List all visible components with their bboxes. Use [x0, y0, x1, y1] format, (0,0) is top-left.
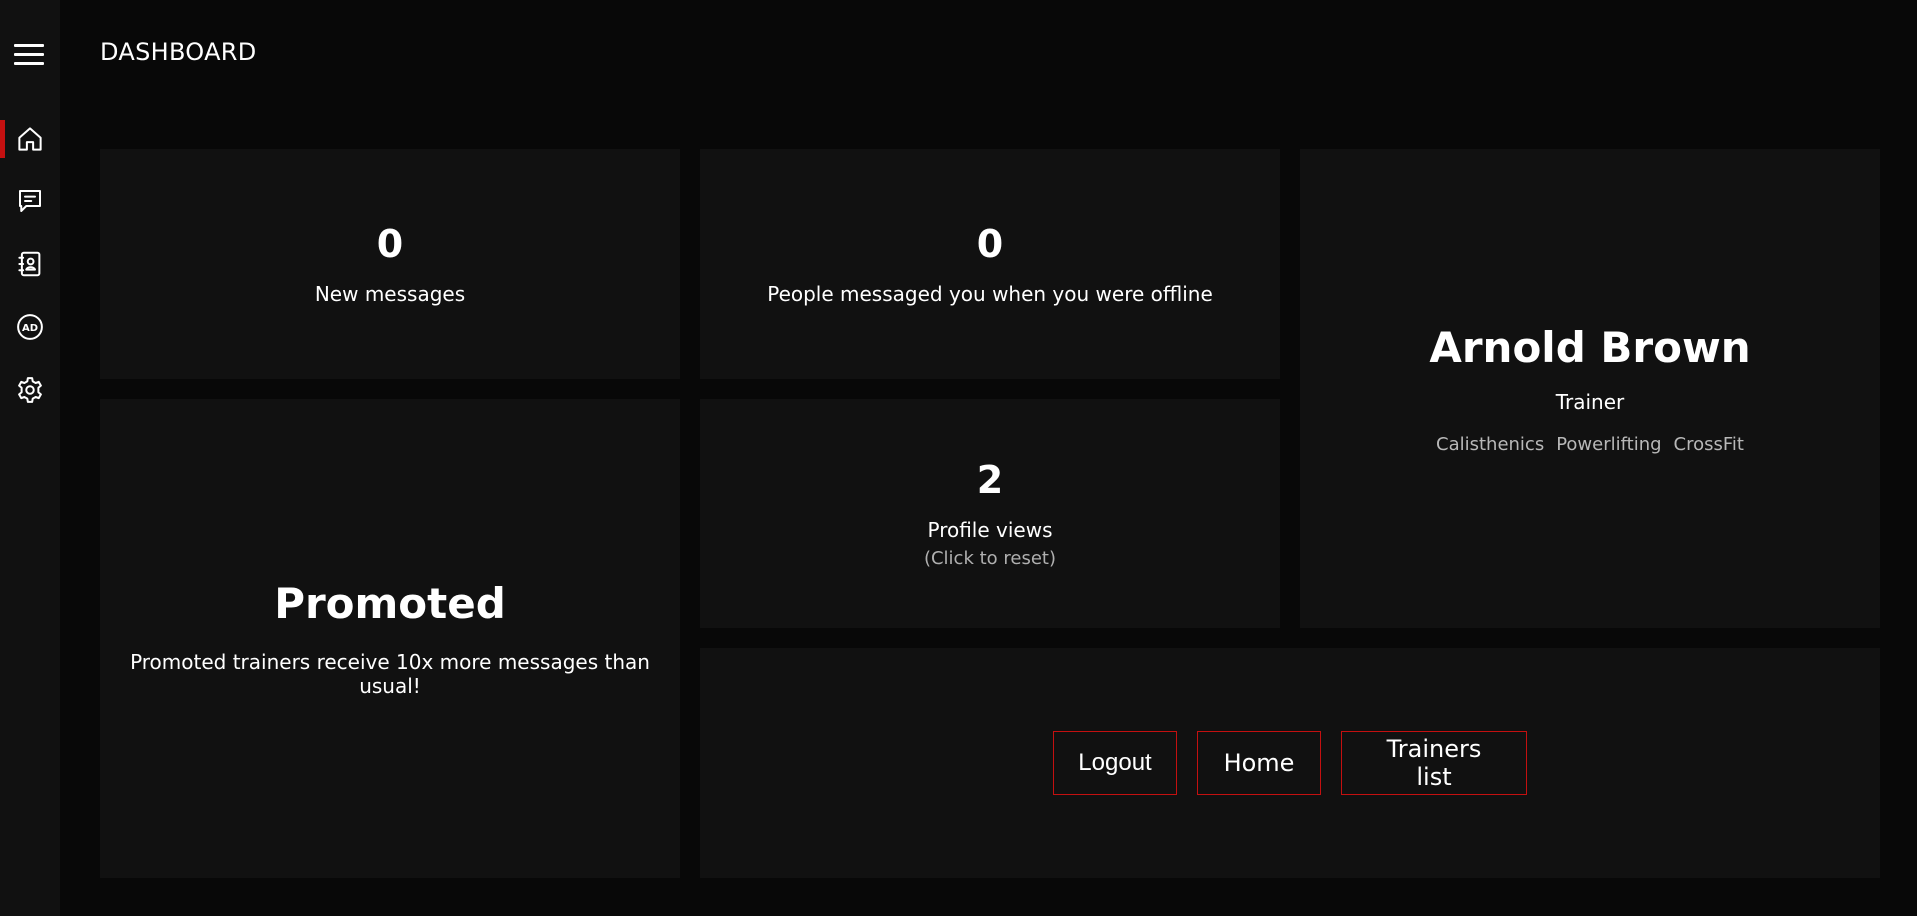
gear-icon [18, 377, 42, 403]
svg-text:AD: AD [22, 323, 38, 334]
hamburger-menu-icon[interactable] [14, 42, 46, 68]
sidebar: AD [0, 0, 60, 916]
profile-views-card[interactable]: 2 Profile views (Click to reset) [700, 399, 1280, 628]
profile-tags: Calisthenics Powerlifting CrossFit [1436, 434, 1744, 455]
chat-icon [19, 190, 41, 212]
profile-tag: Powerlifting [1556, 433, 1662, 455]
profile-tag: Calisthenics [1436, 433, 1545, 455]
action-buttons: Logout Home Trainers list [1053, 731, 1527, 795]
trainers-list-button[interactable]: Trainers list [1341, 731, 1527, 795]
home-button[interactable]: Home [1197, 731, 1321, 795]
offline-messages-count: 0 [976, 222, 1004, 266]
home-icon [18, 127, 42, 151]
profile-views-reset-hint: (Click to reset) [923, 548, 1057, 569]
new-messages-count: 0 [376, 222, 404, 266]
promoted-card[interactable]: Promoted Promoted trainers receive 10x m… [100, 399, 680, 878]
actions-card: Logout Home Trainers list [700, 648, 1880, 878]
profile-views-label: Profile views [927, 518, 1053, 542]
profile-card: Arnold Brown Trainer Calisthenics Powerl… [1300, 149, 1880, 628]
profile-role: Trainer [1555, 389, 1625, 414]
offline-messages-label: People messaged you when you were offlin… [767, 282, 1213, 306]
sidebar-item-ads[interactable]: AD [0, 303, 60, 351]
sidebar-item-contacts[interactable] [0, 240, 60, 288]
sidebar-item-settings[interactable] [0, 366, 60, 414]
promoted-title: Promoted [274, 579, 506, 628]
logout-button[interactable]: Logout [1053, 731, 1177, 795]
ad-icon: AD [17, 314, 43, 340]
offline-messages-card: 0 People messaged you when you were offl… [700, 149, 1280, 379]
profile-views-count: 2 [976, 458, 1004, 502]
contacts-icon [18, 251, 41, 277]
page-title: DASHBOARD [100, 38, 257, 66]
sidebar-item-messages[interactable] [0, 177, 60, 225]
profile-name: Arnold Brown [1429, 322, 1751, 372]
profile-tag: CrossFit [1673, 433, 1744, 455]
promoted-text: Promoted trainers receive 10x more messa… [130, 650, 650, 698]
sidebar-item-home[interactable] [0, 115, 60, 163]
new-messages-label: New messages [314, 282, 466, 306]
new-messages-card: 0 New messages [100, 149, 680, 379]
